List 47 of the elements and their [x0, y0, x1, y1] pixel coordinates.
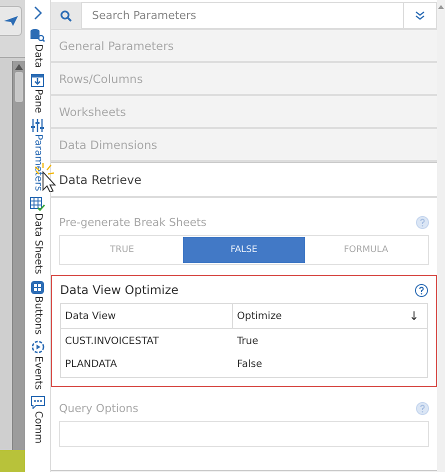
field-label: Query Options [59, 402, 138, 415]
scroll-up-icon [438, 5, 444, 9]
search-field[interactable]: Search Parameters [81, 2, 404, 29]
side-tab[interactable]: Buttons [30, 280, 44, 334]
scroll-up-icon [15, 64, 23, 70]
table-cell-text: False [236, 359, 264, 370]
section-header[interactable]: Data Retrieve [51, 162, 437, 198]
chevron-right-icon[interactable] [34, 6, 42, 20]
field-label: Pre-generate Break Sheets [59, 216, 207, 229]
column-header: Data View [61, 304, 233, 328]
tab-label: Comm [32, 411, 44, 444]
tab-label: Pane [32, 88, 44, 114]
search-icon [60, 10, 72, 22]
side-tab[interactable]: Data [30, 28, 45, 68]
side-tab[interactable]: Pane [30, 74, 44, 114]
send-button[interactable] [0, 6, 22, 36]
side-tab[interactable]: Parameters [30, 119, 44, 192]
scrollbar[interactable] [12, 61, 25, 450]
table-cell-text: PLANDATA [64, 359, 118, 370]
paper-plane-icon [4, 16, 18, 26]
buttons-icon [31, 280, 44, 294]
scroll-thumb[interactable] [15, 72, 23, 102]
column-header: Optimize [237, 310, 282, 322]
play-gear-icon [30, 340, 44, 354]
database-icon [30, 28, 45, 42]
expand-all-button[interactable] [404, 2, 437, 29]
table-cell-text: True [236, 336, 260, 347]
section-title: Data View Optimize [60, 283, 179, 297]
table-cell-text: CUST.INVOICESTAT [64, 336, 160, 347]
side-tab[interactable]: Data Sheets [30, 197, 45, 275]
tab-label: Data Sheets [32, 213, 44, 275]
tab-label: Data [32, 44, 44, 68]
help-icon[interactable] [415, 284, 428, 296]
tab-label: Parameters [32, 134, 44, 192]
sheet-strip [0, 450, 25, 472]
search-button[interactable] [51, 2, 81, 29]
sliders-icon [31, 119, 44, 132]
comment-icon [30, 396, 44, 410]
query-options-field[interactable] [59, 421, 429, 447]
download-box-icon [31, 74, 44, 87]
sort-icon[interactable]: ↓ [408, 309, 419, 323]
table-check-icon [30, 197, 45, 212]
tab-label: Buttons [32, 296, 44, 334]
side-tab[interactable]: Events [30, 340, 44, 390]
side-tab[interactable]: Comm [30, 396, 44, 444]
double-chevron-down-icon [415, 11, 425, 20]
tab-label: Events [32, 356, 44, 390]
